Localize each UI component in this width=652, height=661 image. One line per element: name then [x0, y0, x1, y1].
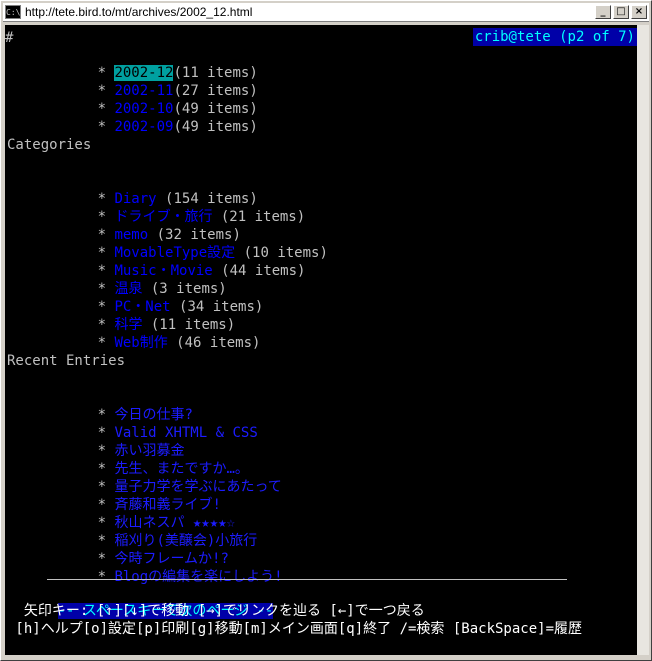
minimize-button[interactable]: _ [595, 5, 611, 19]
list-item: * ドライブ・旅行 (21 items) [47, 190, 306, 225]
page-status: crib@tete (p2 of 7) [472, 28, 637, 46]
list-item: * Web制作 (46 items) [47, 316, 261, 351]
console-icon: C:\ [5, 5, 21, 19]
bullet: * [97, 119, 107, 135]
list-item: * Valid XHTML & CSS [47, 406, 258, 441]
list-item: * 量子力学を学ぶにあたって [47, 460, 282, 495]
terminal-content[interactable]: # crib@tete (p2 of 7) * 2002-12(11 items… [5, 25, 637, 655]
list-item: * 2002-10(49 items) [47, 82, 258, 117]
list-item: * 今日の仕事? [47, 388, 193, 423]
item-count: (49 items) [173, 119, 258, 135]
hash-mark: # [5, 30, 14, 46]
archive-link-2002-09[interactable]: 2002-09 [114, 119, 173, 135]
browser-window: C:\ http://tete.bird.to/mt/archives/2002… [0, 0, 652, 661]
list-item: * 2002-12(11 items) [47, 46, 258, 81]
entry-link[interactable]: Blogの編集を楽にしよう! [114, 569, 282, 585]
list-item: * memo (32 items) [47, 208, 241, 243]
list-item: * PC・Net (34 items) [47, 280, 264, 315]
scrollbar[interactable] [637, 25, 649, 655]
horizontal-rule [47, 579, 567, 580]
list-item: * 赤い羽募金 [47, 424, 185, 459]
item-count: (46 items) [167, 335, 261, 351]
bullet: * [97, 335, 107, 351]
list-item: * 2002-09(49 items) [47, 100, 258, 135]
list-item: * 2002-11(27 items) [47, 64, 258, 99]
maximize-button[interactable]: □ [613, 5, 629, 19]
help-line-2: [h]ヘルプ[o]設定[p]印刷[g]移動[m]メイン画面[q]終了 /=検索 … [7, 621, 583, 637]
list-item: * Diary (154 items) [47, 172, 258, 207]
title-bar[interactable]: C:\ http://tete.bird.to/mt/archives/2002… [3, 3, 649, 22]
list-item: * 科学 (11 items) [47, 298, 236, 333]
list-item: * MovableType設定 (10 items) [47, 226, 328, 261]
close-button[interactable]: × [631, 5, 647, 19]
list-item: * 秋山ネスパ ★★★★☆ [47, 496, 235, 531]
list-item: * 温泉 (3 items) [47, 262, 227, 297]
list-item: * 稲刈り(美醸会)小旅行 [47, 514, 258, 549]
window-title: http://tete.bird.to/mt/archives/2002_12.… [25, 5, 253, 19]
list-item: * Blogの編集を楽にしよう! [47, 550, 283, 585]
pager-prompt: -- スペースキーで次のページ -- [7, 584, 274, 619]
help-line-1: 矢印キー: [↑][↓]で移動 [→]でリンクを辿る [←]で一つ戻る [7, 603, 425, 619]
recent-entries-heading: Recent Entries [7, 353, 126, 369]
list-item: * 斉藤和義ライブ! [47, 478, 221, 513]
bullet: * [97, 569, 107, 585]
list-item: * 先生、またですか…。 [47, 442, 249, 477]
category-link[interactable]: Web制作 [114, 335, 167, 351]
list-item: * 今時フレームか!? [47, 532, 229, 567]
categories-heading: Categories [7, 137, 92, 153]
list-item: * Music・Movie (44 items) [47, 244, 306, 279]
